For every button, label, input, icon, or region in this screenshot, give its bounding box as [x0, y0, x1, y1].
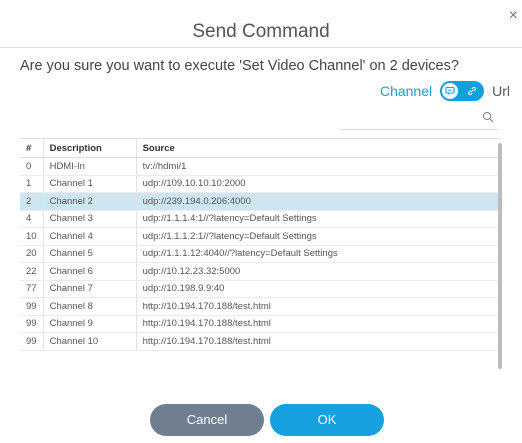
send-command-dialog: Send Command × Are you sure you want to … [0, 0, 522, 443]
table-row[interactable]: 22 Channel 6 udp://10.12.23.32:5000 [20, 262, 500, 281]
cell-description: Channel 10 [43, 332, 137, 351]
cell-description: Channel 2 [43, 192, 137, 211]
cell-description: Channel 5 [43, 245, 137, 263]
table-row[interactable]: 77 Channel 7 udp://10.198.9.9:40 [20, 280, 500, 298]
channel-url-toggle[interactable] [440, 81, 485, 101]
cell-source: udp://1.1.1.12:4040//?latency=Default Se… [136, 245, 500, 263]
table-scrollbar[interactable] [498, 143, 502, 369]
table-row[interactable]: 1 Channel 1 udp://109.10.10.10:2000 [20, 175, 500, 193]
cell-description: HDMI-In [43, 157, 137, 176]
cell-description: Channel 6 [43, 262, 137, 281]
column-header-number[interactable]: # [20, 139, 44, 158]
channel-table: # Description Source 0 HDMI-In tv://hdmi/1… [20, 138, 500, 369]
cell-source: udp://109.10.10.10:2000 [136, 175, 500, 193]
cell-number: 10 [20, 227, 44, 246]
title-divider [0, 47, 522, 48]
cell-number: 20 [20, 245, 44, 263]
table-row[interactable]: 99 Channel 10 http://10.194.170.188/test.h… [20, 332, 500, 351]
cell-source: udp://10.198.9.9:40 [136, 280, 500, 298]
cell-description: Channel 7 [43, 280, 137, 298]
cell-number: 99 [20, 297, 44, 316]
cell-description: Channel 9 [43, 315, 137, 333]
cell-source: udp://239.194.0.206:4000 [136, 192, 500, 211]
toggle-label-url[interactable]: Url [492, 83, 510, 99]
cell-source: udp://1.1.1.2:1//?latency=Default Settin… [136, 227, 500, 246]
cell-source: udp://10.12.23.32:5000 [136, 262, 500, 281]
cell-number: 4 [20, 210, 44, 228]
cell-number: 1 [20, 175, 44, 193]
toggle-label-channel[interactable]: Channel [380, 83, 432, 99]
cell-source: http://10.194.170.188/test.html [136, 332, 500, 351]
table-row[interactable]: 99 Channel 9 http://10.194.170.188/test.ht… [20, 315, 500, 333]
table-row[interactable]: 10 Channel 4 udp://1.1.1.2:1//?latency=Def… [20, 227, 500, 246]
cell-description: Channel 8 [43, 297, 137, 316]
ok-button[interactable]: OK [270, 404, 384, 436]
confirmation-question: Are you sure you want to execute 'Set Vi… [20, 58, 459, 74]
cell-number: 99 [20, 315, 44, 333]
cell-number: 77 [20, 280, 44, 298]
dialog-title: Send Command [192, 21, 330, 42]
column-header-source[interactable]: Source [136, 139, 500, 158]
toggle-knob [442, 83, 459, 99]
link-icon [468, 86, 477, 96]
table-header-row: # Description Source [20, 139, 500, 158]
table-row[interactable]: 2 Channel 2 udp://239.194.0.206:4000 [20, 192, 500, 211]
cell-description: Channel 3 [43, 210, 137, 228]
cell-number: 0 [20, 157, 44, 176]
cell-number: 22 [20, 262, 44, 281]
channel-url-toggle-row: Channel Url [380, 80, 510, 102]
table-row[interactable]: 4 Channel 3 udp://1.1.1.4:1//?latency=Defa… [20, 210, 500, 228]
table-row[interactable]: 20 Channel 5 udp://1.1.1.12:4040//?latency… [20, 245, 500, 263]
table-row[interactable]: 99 Channel 8 http://10.194.170.188/test.ht… [20, 297, 500, 316]
search-icon[interactable] [482, 111, 494, 123]
cell-source: http://10.194.170.188/test.html [136, 297, 500, 316]
cell-number: 99 [20, 332, 44, 351]
cell-description: Channel 4 [43, 227, 137, 246]
column-header-description[interactable]: Description [43, 139, 137, 158]
close-icon[interactable]: × [509, 8, 518, 24]
search-input[interactable] [340, 111, 498, 130]
cell-source: http://10.194.170.188/test.html [136, 315, 500, 333]
table-row[interactable]: 0 HDMI-In tv://hdmi/1 [20, 157, 500, 176]
cell-source: tv://hdmi/1 [136, 157, 500, 176]
cell-number: 2 [20, 192, 44, 211]
cancel-button[interactable]: Cancel [150, 404, 264, 436]
cell-source: udp://1.1.1.4:1//?latency=Default Settin… [136, 210, 500, 228]
chat-icon [445, 86, 455, 95]
cell-description: Channel 1 [43, 175, 137, 193]
